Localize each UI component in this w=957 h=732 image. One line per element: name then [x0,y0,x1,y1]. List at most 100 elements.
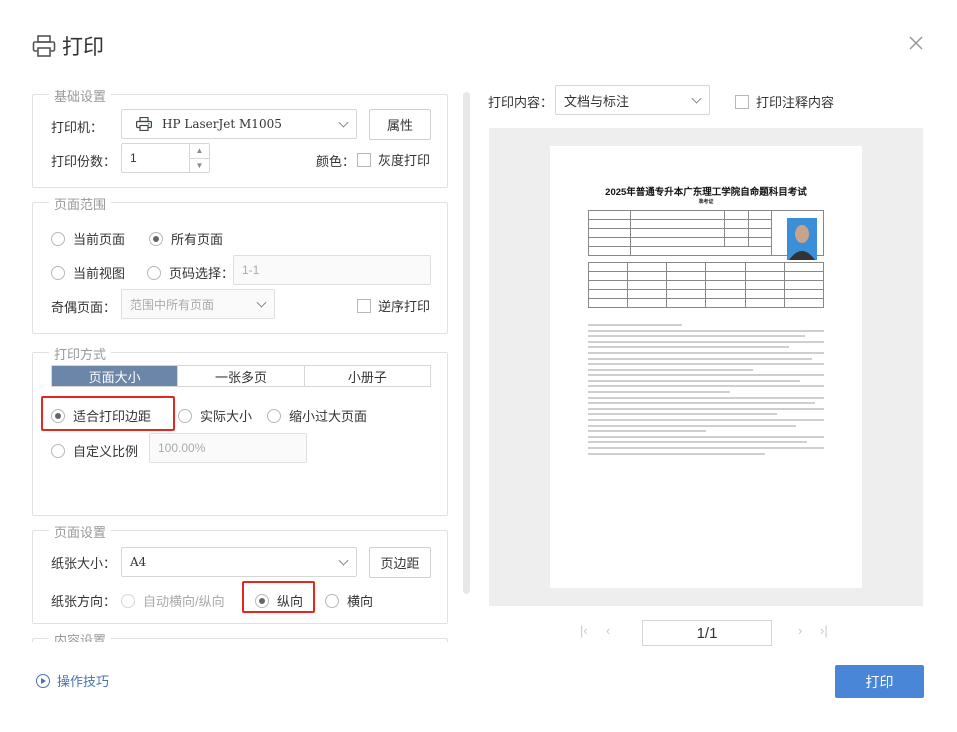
annotation-label: 打印注释内容 [756,95,835,110]
radio-dot[interactable] [267,408,281,423]
paper-size-select[interactable]: A4 [121,547,357,577]
grayscale-checkbox[interactable]: 灰度打印 [357,150,430,169]
print-preview: 2025年普通专升本广东理工学院自命题科目考试 准考证 [489,128,923,606]
radio-dot[interactable] [255,593,269,608]
checkbox-box[interactable] [735,94,749,109]
decrement-icon[interactable]: ▼ [190,159,209,173]
page-select-input[interactable]: 1-1 [233,255,431,285]
copies-value: 1 [130,151,137,165]
group-title: 打印方式 [49,344,112,363]
odd-even-label: 奇偶页面： [51,300,117,315]
printer-label: 打印机： [51,120,104,135]
page-select-radio[interactable]: 页码选择： [147,263,234,282]
auto-orientation-radio[interactable]: 自动横向/纵向 [121,591,225,610]
prev-page-icon[interactable]: ‹ [606,623,610,638]
color-label: 颜色： [316,154,356,169]
chevron-down-icon [338,117,349,128]
reverse-label: 逆序打印 [378,299,431,314]
settings-scrollbar[interactable] [463,92,470,594]
printer-icon [136,117,152,131]
reverse-checkbox[interactable]: 逆序打印 [357,296,430,315]
radio-dot[interactable] [149,231,163,246]
custom-scale-label: 自定义比例 [73,444,139,459]
printer-select[interactable]: HP LaserJet M1005 [121,109,357,139]
auto-orientation-label: 自动横向/纵向 [143,594,225,609]
settings-panel: 基础设置 打印机： HP LaserJet M1005 属性 打印份数： 1 ▲… [32,82,452,642]
chevron-down-icon [691,93,702,104]
preview-exam-table [587,261,825,308]
copies-label: 打印份数： [51,154,117,169]
increment-icon[interactable]: ▲ [190,144,209,159]
tips-link[interactable]: 操作技巧 [36,671,109,690]
copies-stepper[interactable]: 1 ▲ ▼ [121,143,210,173]
group-title: 页面设置 [49,522,112,541]
radio-dot[interactable] [51,443,65,458]
annotation-checkbox[interactable]: 打印注释内容 [735,92,834,111]
orientation-label: 纸张方向： [51,594,117,609]
group-title: 基础设置 [49,86,112,105]
print-content-value: 文档与标注 [564,93,630,109]
print-button[interactable]: 打印 [835,665,924,698]
fit-margins-label: 适合打印边距 [73,409,152,424]
checkbox-box[interactable] [357,152,371,167]
current-page-radio[interactable]: 当前页面 [51,229,125,248]
checkbox-box[interactable] [357,298,371,313]
printer-name: HP LaserJet M1005 [162,117,282,131]
radio-dot[interactable] [51,408,65,423]
properties-button[interactable]: 属性 [369,109,431,140]
custom-scale-input[interactable]: 100.00% [149,433,307,463]
fit-margins-radio[interactable]: 适合打印边距 [51,406,151,425]
custom-scale-radio[interactable]: 自定义比例 [51,441,138,460]
tab-page-size[interactable]: 页面大小 [52,366,179,386]
actual-size-label: 实际大小 [200,409,253,424]
current-view-radio[interactable]: 当前视图 [51,263,125,282]
radio-dot[interactable] [51,265,65,280]
radio-dot[interactable] [121,593,135,608]
print-mode-group: 打印方式 页面大小 一张多页 小册子 适合打印边距 实际大小 缩小过大页面 自定… [32,344,448,516]
basic-settings-group: 基础设置 打印机： HP LaserJet M1005 属性 打印份数： 1 ▲… [32,86,448,188]
all-pages-label: 所有页面 [171,232,224,247]
landscape-label: 横向 [347,594,374,609]
tab-multi-page[interactable]: 一张多页 [178,366,305,386]
odd-even-select[interactable]: 范围中所有页面 [121,289,275,319]
tips-label: 操作技巧 [57,674,110,689]
next-page-icon[interactable]: › [798,623,802,638]
current-page-label: 当前页面 [73,232,126,247]
page-select-label: 页码选择： [169,266,235,281]
landscape-radio[interactable]: 横向 [325,591,373,610]
dialog-header: 打印 [32,30,104,62]
dialog-title: 打印 [62,36,104,59]
group-title: 内容设置 [49,630,112,642]
portrait-radio[interactable]: 纵向 [255,591,303,610]
first-page-icon[interactable]: |‹ [580,623,588,638]
page-indicator[interactable]: 1/1 [642,620,772,646]
preview-notes [588,323,824,455]
actual-size-radio[interactable]: 实际大小 [178,406,252,425]
radio-dot[interactable] [51,231,65,246]
content-settings-group: 内容设置 [32,630,448,642]
copies-spinner[interactable]: ▲ ▼ [189,144,209,172]
close-icon[interactable] [907,34,925,52]
radio-dot[interactable] [147,265,161,280]
radio-dot[interactable] [325,593,339,608]
print-content-select[interactable]: 文档与标注 [555,85,710,115]
all-pages-radio[interactable]: 所有页面 [149,229,223,248]
chevron-down-icon [256,297,267,308]
printer-icon [32,35,56,57]
chevron-down-icon [338,555,349,566]
radio-dot[interactable] [178,408,192,423]
group-title: 页面范围 [49,194,112,213]
portrait-label: 纵向 [277,594,304,609]
margins-button[interactable]: 页边距 [369,547,431,578]
paper-size-label: 纸张大小： [51,556,117,571]
preview-page: 2025年普通专升本广东理工学院自命题科目考试 准考证 [550,146,862,588]
last-page-icon[interactable]: ›| [820,623,828,638]
page-range-group: 页面范围 当前页面 所有页面 当前视图 页码选择： 1-1 奇偶页面： 范围中所… [32,194,448,334]
shrink-large-radio[interactable]: 缩小过大页面 [267,406,367,425]
print-content-label: 打印内容： [488,95,554,110]
shrink-large-label: 缩小过大页面 [289,409,368,424]
preview-doc-title: 2025年普通专升本广东理工学院自命题科目考试 [605,187,807,198]
odd-even-value: 范围中所有页面 [130,297,215,312]
tab-booklet[interactable]: 小册子 [305,366,430,386]
print-mode-tabs: 页面大小 一张多页 小册子 [51,365,431,387]
